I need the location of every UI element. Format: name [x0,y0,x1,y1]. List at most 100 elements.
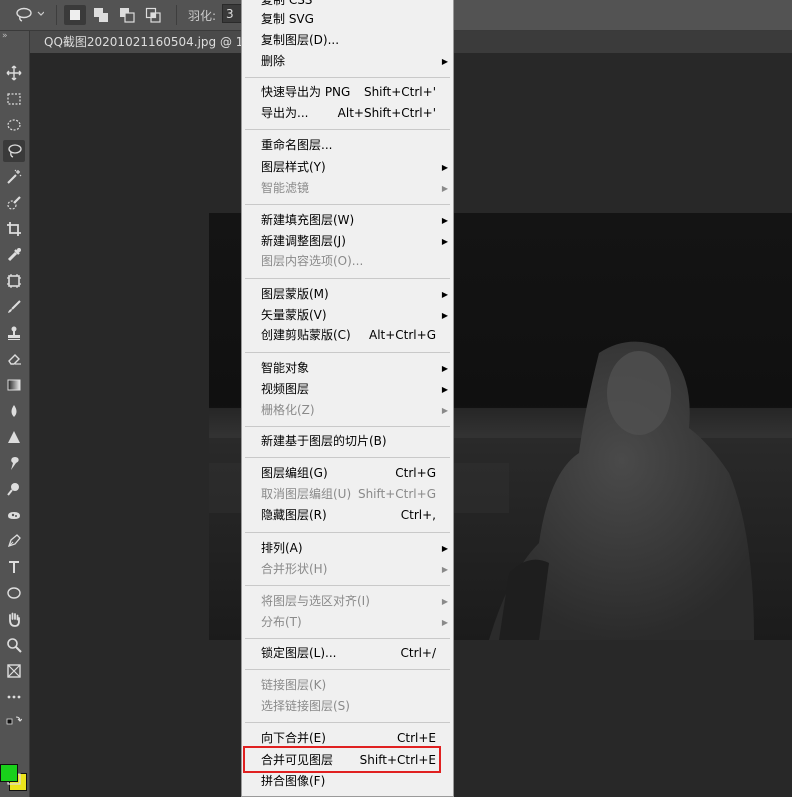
collapse-panel-icon[interactable]: » [2,31,8,41]
zoom-icon [7,638,22,653]
layer-context-menu: 复制 CSS 复制 SVG 复制图层(D)... 删除 ▶ 快速导出为 PNG Sh… [241,0,454,797]
menu-separator [245,77,450,78]
menu-item-combine-shapes[interactable]: 合并形状(H) ▶ [242,559,453,580]
elliptical-marquee-icon [7,119,21,131]
menu-item-select-linked-layers[interactable]: 选择链接图层(S) [242,696,453,717]
magic-wand-icon [7,169,22,184]
quick-selection-icon [7,196,21,210]
eraser-icon [8,354,21,365]
submenu-arrow-icon: ▶ [441,57,448,66]
menu-item-distribute[interactable]: 分布(T) ▶ [242,612,453,633]
menu-item-export-as[interactable]: 导出为... Alt+Shift+Ctrl+' [242,103,453,124]
menu-item-layer-mask[interactable]: 图层蒙版(M) ▶ [242,284,453,305]
submenu-arrow-icon: ▶ [441,216,448,225]
swap-colors-icon [6,716,22,725]
blur-tool[interactable] [3,400,25,422]
menu-item-vector-mask[interactable]: 矢量蒙版(V) ▶ [242,305,453,326]
menu-separator [245,638,450,639]
menu-item-align-layers-to-selection[interactable]: 将图层与选区对齐(I) ▶ [242,591,453,612]
menu-item-duplicate-layer[interactable]: 复制图层(D)... [242,30,453,51]
lasso-tool[interactable] [3,140,25,162]
menu-item-new-layer-based-slice[interactable]: 新建基于图层的切片(B) [242,431,453,452]
menu-separator [245,278,450,279]
submenu-arrow-icon: ▶ [441,290,448,299]
menu-item-rasterize[interactable]: 栅格化(Z) ▶ [242,400,453,421]
menu-item-link-layers[interactable]: 链接图层(K) [242,675,453,696]
eraser-tool[interactable] [3,348,25,370]
new-selection-button[interactable] [64,5,86,25]
crop-tool[interactable] [3,218,25,240]
crop-icon [7,222,21,236]
dodge-icon [7,483,19,496]
ellipse-shape-icon [7,587,21,599]
document-tab[interactable]: QQ截图20201021160504.jpg @ 100% [30,31,250,53]
blur-drop-icon [11,405,17,417]
artboard-tool[interactable] [3,660,25,682]
sponge-tool[interactable] [3,504,25,526]
intersect-selection-button[interactable] [142,5,164,25]
move-tool[interactable] [3,62,25,84]
menu-item-delete[interactable]: 删除 ▶ [242,51,453,72]
menu-item-create-clipping-mask[interactable]: 创建剪贴蒙版(C) Alt+Ctrl+G [242,325,453,346]
edit-toolbar-button[interactable] [3,686,25,708]
stamp-tool[interactable] [3,322,25,344]
menu-item-lock-layers[interactable]: 锁定图层(L)... Ctrl+/ [242,643,453,664]
menu-item-new-fill-layer[interactable]: 新建填充图层(W) ▶ [242,210,453,231]
menu-item-layer-style[interactable]: 图层样式(Y) ▶ [242,157,453,178]
menu-item-smart-object[interactable]: 智能对象 ▶ [242,358,453,379]
lasso-icon [16,7,44,22]
frame-tool[interactable] [3,270,25,292]
menu-separator [245,669,450,670]
smudge-icon [11,457,19,470]
quick-selection-tool[interactable] [3,192,25,214]
ellipse-tool[interactable] [3,582,25,604]
menu-item-new-adjustment-layer[interactable]: 新建调整图层(J) ▶ [242,231,453,252]
brush-tool[interactable] [3,296,25,318]
submenu-arrow-icon: ▶ [441,406,448,415]
eyedropper-tool[interactable] [3,244,25,266]
type-icon [9,561,19,573]
zoom-tool[interactable] [3,634,25,656]
menu-item-rename-layer[interactable]: 重命名图层... [242,135,453,156]
menu-item-arrange[interactable]: 排列(A) ▶ [242,538,453,559]
menu-item-group-layers[interactable]: 图层编组(G) Ctrl+G [242,463,453,484]
elliptical-marquee-tool[interactable] [3,114,25,136]
hand-tool[interactable] [3,608,25,630]
submenu-arrow-icon: ▶ [441,565,448,574]
frame-icon [7,274,21,288]
menu-item-quick-export-png[interactable]: 快速导出为 PNG Shift+Ctrl+' [242,82,453,103]
add-selection-button[interactable] [90,5,112,25]
menu-item-layer-content-options[interactable]: 图层内容选项(O)... [242,251,453,272]
menu-separator [245,352,450,353]
sharpen-tool[interactable] [3,426,25,448]
brush-icon [8,300,21,313]
dodge-tool[interactable] [3,478,25,500]
menu-item-copy-svg[interactable]: 复制 SVG [242,9,453,30]
menu-separator [245,585,450,586]
menu-separator [245,532,450,533]
menu-item-smart-filter[interactable]: 智能滤镜 ▶ [242,178,453,199]
menu-item-video-layers[interactable]: 视频图层 ▶ [242,379,453,400]
foreground-color-swatch[interactable] [0,764,18,782]
hand-icon [9,612,20,627]
marquee-tool[interactable] [3,88,25,110]
intersect-selection-icon [145,7,161,23]
new-selection-icon [70,10,80,20]
gradient-icon [7,379,21,391]
rectangular-marquee-icon [7,93,21,105]
submenu-arrow-icon: ▶ [441,544,448,553]
type-tool[interactable] [3,556,25,578]
pen-icon [7,534,21,548]
lasso-preset-picker[interactable] [12,5,46,25]
menu-separator [245,204,450,205]
default-colors-button[interactable] [3,712,25,728]
gradient-tool[interactable] [3,374,25,396]
menu-item-ungroup-layers[interactable]: 取消图层编组(U) Shift+Ctrl+G [242,484,453,505]
menu-item-hide-layers[interactable]: 隐藏图层(R) Ctrl+, [242,505,453,526]
add-selection-icon [94,8,108,22]
menu-item-flatten-image[interactable]: 拼合图像(F) [242,771,453,792]
subtract-selection-button[interactable] [116,5,138,25]
smudge-tool[interactable] [3,452,25,474]
pen-tool[interactable] [3,530,25,552]
magic-wand-tool[interactable] [3,166,25,188]
